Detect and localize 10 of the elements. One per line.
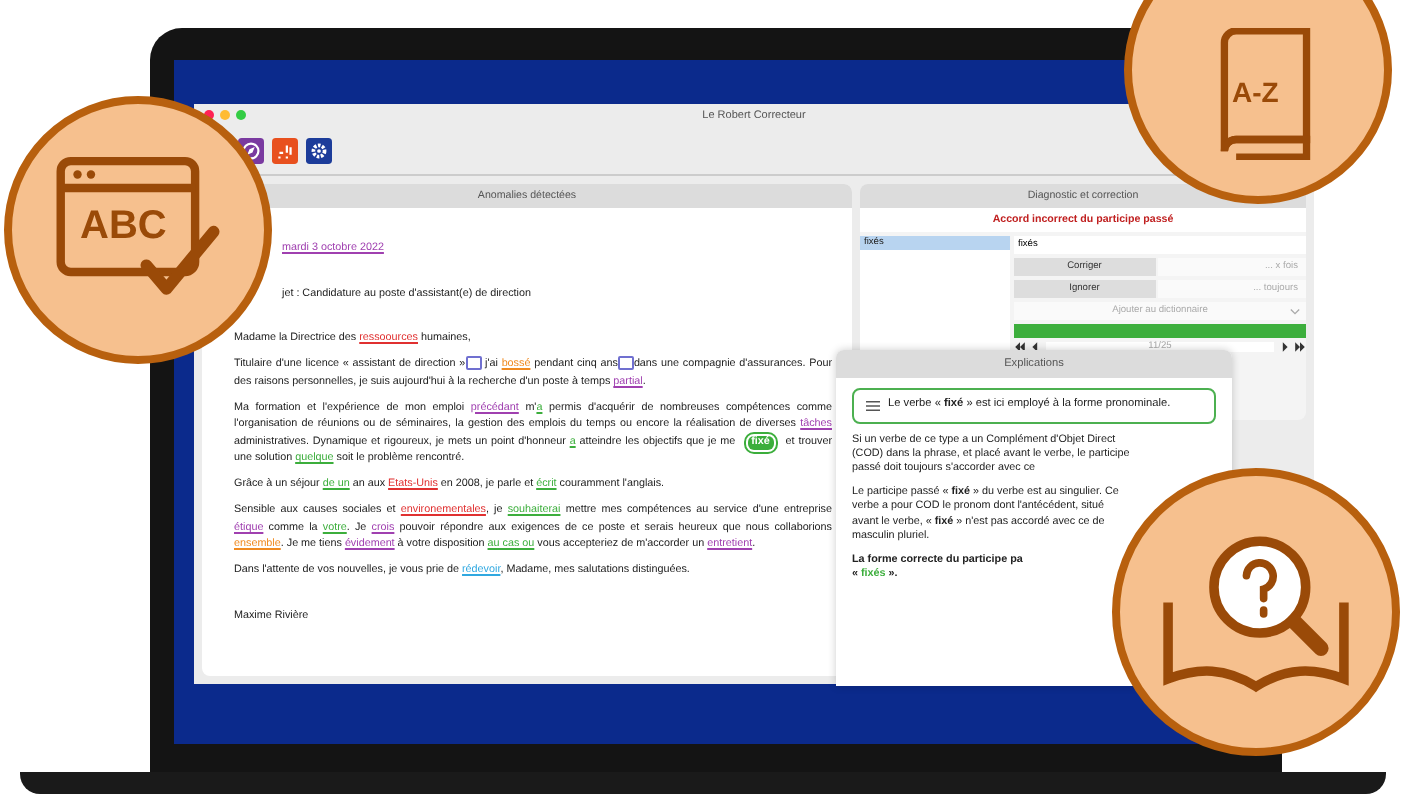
next-icon[interactable] [1278, 342, 1290, 352]
settings-icon[interactable] [306, 137, 332, 163]
space-marker-icon[interactable] [617, 356, 634, 371]
badge-text: ABC [80, 204, 167, 250]
last-icon[interactable] [1294, 342, 1306, 352]
badge-text: A-Z [1232, 76, 1279, 108]
chevron-down-icon [1290, 308, 1300, 316]
punctuation-icon[interactable] [272, 137, 298, 163]
space-marker-icon[interactable] [465, 356, 482, 371]
list-icon [866, 400, 880, 412]
